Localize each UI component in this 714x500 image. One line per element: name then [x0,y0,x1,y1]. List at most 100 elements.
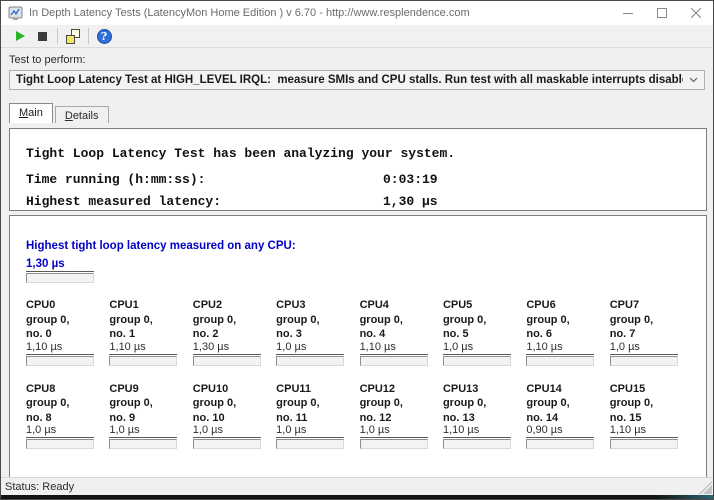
cpu-number-label: no. 3 [276,327,359,342]
processor-affinity-icon [66,29,81,44]
cpu-latency-value: 1,0 µs [610,341,678,355]
cpu-name-label: CPU1 [109,298,192,313]
cpu-latency-value: 1,0 µs [360,424,428,438]
cpu-latency-bar [26,356,94,366]
cpu-group-label: group 0, [443,396,526,411]
window-bottom-edge [1,495,713,499]
cpu-latency-bar [276,439,344,449]
cpu-latency-cell: CPU7group 0,no. 71,0 µs [610,298,693,366]
cpu-group-label: group 0, [526,313,609,328]
cpu-group-label: group 0, [26,313,109,328]
app-icon [8,6,23,21]
cpu-latency-cell: CPU0group 0,no. 01,10 µs [26,298,109,366]
cpu-name-label: CPU6 [526,298,609,313]
cpu-name-label: CPU4 [360,298,443,313]
cpu-group-label: group 0, [109,396,192,411]
tab-details[interactable]: Details [55,106,109,123]
cpu-latency-value: 1,10 µs [443,424,511,438]
cpu-group-label: group 0, [109,313,192,328]
cpu-latency-value: 1,0 µs [443,341,511,355]
cpu-latency-bar [276,356,344,366]
cpu-group-label: group 0, [610,313,693,328]
stop-test-button[interactable] [31,27,53,46]
cpu-latency-cell: CPU3group 0,no. 31,0 µs [276,298,359,366]
cpu-number-label: no. 0 [26,327,109,342]
cpu-latency-bar [610,439,678,449]
cpu-latency-cell: CPU14group 0,no. 140,90 µs [526,382,609,450]
cpu-number-label: no. 11 [276,411,359,426]
cpu-latency-value: 1,0 µs [276,341,344,355]
cpu-number-label: no. 2 [193,327,276,342]
help-button[interactable]: ? [93,27,115,46]
cpu-name-label: CPU10 [193,382,276,397]
help-icon: ? [97,29,112,44]
cpu-group-label: group 0, [610,396,693,411]
main-tab-content: Tight Loop Latency Test has been analyzi… [1,123,713,477]
cpu-latency-cell: CPU13group 0,no. 131,10 µs [443,382,526,450]
start-test-button[interactable] [9,27,31,46]
cpu-name-label: CPU7 [610,298,693,313]
close-button[interactable] [679,1,713,25]
cpu-group-label: group 0, [276,396,359,411]
latencymon-window: In Depth Latency Tests (LatencyMon Home … [0,0,714,500]
cpu-latency-value: 1,30 µs [193,341,261,355]
cpu-number-label: no. 9 [109,411,192,426]
cpu-name-label: CPU12 [360,382,443,397]
window-title: In Depth Latency Tests (LatencyMon Home … [29,7,611,19]
cpu-latency-bar [526,356,594,366]
cpu-name-label: CPU3 [276,298,359,313]
summary-panel: Tight Loop Latency Test has been analyzi… [9,128,707,211]
cpu-latency-value: 0,90 µs [526,424,594,438]
cpu-name-label: CPU2 [193,298,276,313]
tab-main[interactable]: Main [9,103,53,123]
cpu-number-label: no. 1 [109,327,192,342]
test-to-perform-label: Test to perform: [9,54,705,66]
cpu-group-label: group 0, [360,313,443,328]
cpu-latency-value: 1,10 µs [26,341,94,355]
stop-icon [38,32,47,41]
cpu-number-label: no. 14 [526,411,609,426]
status-text: Status: Ready [5,481,74,493]
cpu-latency-cell: CPU2group 0,no. 21,30 µs [193,298,276,366]
cpu-latency-cell: CPU4group 0,no. 41,10 µs [360,298,443,366]
cpu-latency-bar [443,439,511,449]
cpu-latency-value: 1,0 µs [193,424,261,438]
cpu-number-label: no. 10 [193,411,276,426]
toolbar: ? [1,25,713,48]
cpu-latency-bar [610,356,678,366]
cpu-number-label: no. 7 [610,327,693,342]
play-icon [16,31,25,41]
cpu-name-label: CPU11 [276,382,359,397]
toolbar-separator [88,28,89,44]
cpu-latency-cell: CPU12group 0,no. 121,0 µs [360,382,443,450]
cpu-name-label: CPU14 [526,382,609,397]
cpu-latency-bar [193,356,261,366]
resize-grip[interactable] [699,481,712,494]
cpu-grid: CPU0group 0,no. 01,10 µsCPU1group 0,no. … [26,298,706,449]
cpu-number-label: no. 15 [610,411,693,426]
test-select-dropdown[interactable]: Tight Loop Latency Test at HIGH_LEVEL IR… [9,70,705,90]
cpu-latency-cell: CPU8group 0,no. 81,0 µs [26,382,109,450]
cpu-latency-bar [193,439,261,449]
cpu-number-label: no. 8 [26,411,109,426]
cpu-latency-cell: CPU15group 0,no. 151,10 µs [610,382,693,450]
cpu-latency-bar [109,439,177,449]
cpu-group-label: group 0, [193,313,276,328]
cpu-group-label: group 0, [526,396,609,411]
highest-latency-value: 1,30 µs [383,194,438,209]
title-bar: In Depth Latency Tests (LatencyMon Home … [1,1,713,25]
cpu-group-label: group 0, [360,396,443,411]
minimize-button[interactable] [611,1,645,25]
test-section: Test to perform: Tight Loop Latency Test… [1,48,713,99]
cpu-name-label: CPU5 [443,298,526,313]
cpu-latency-cell: CPU11group 0,no. 111,0 µs [276,382,359,450]
selected-test-text: Tight Loop Latency Test at HIGH_LEVEL IR… [16,74,683,86]
cpu-latency-bar [26,439,94,449]
maximize-button[interactable] [645,1,679,25]
cpu-latency-cell: CPU6group 0,no. 61,10 µs [526,298,609,366]
chevron-down-icon [683,75,698,86]
cpu-latency-bar [360,356,428,366]
cpu-latency-panel: Highest tight loop latency measured on a… [9,215,707,481]
processor-affinity-button[interactable] [62,27,84,46]
cpu-latency-value: 1,0 µs [276,424,344,438]
